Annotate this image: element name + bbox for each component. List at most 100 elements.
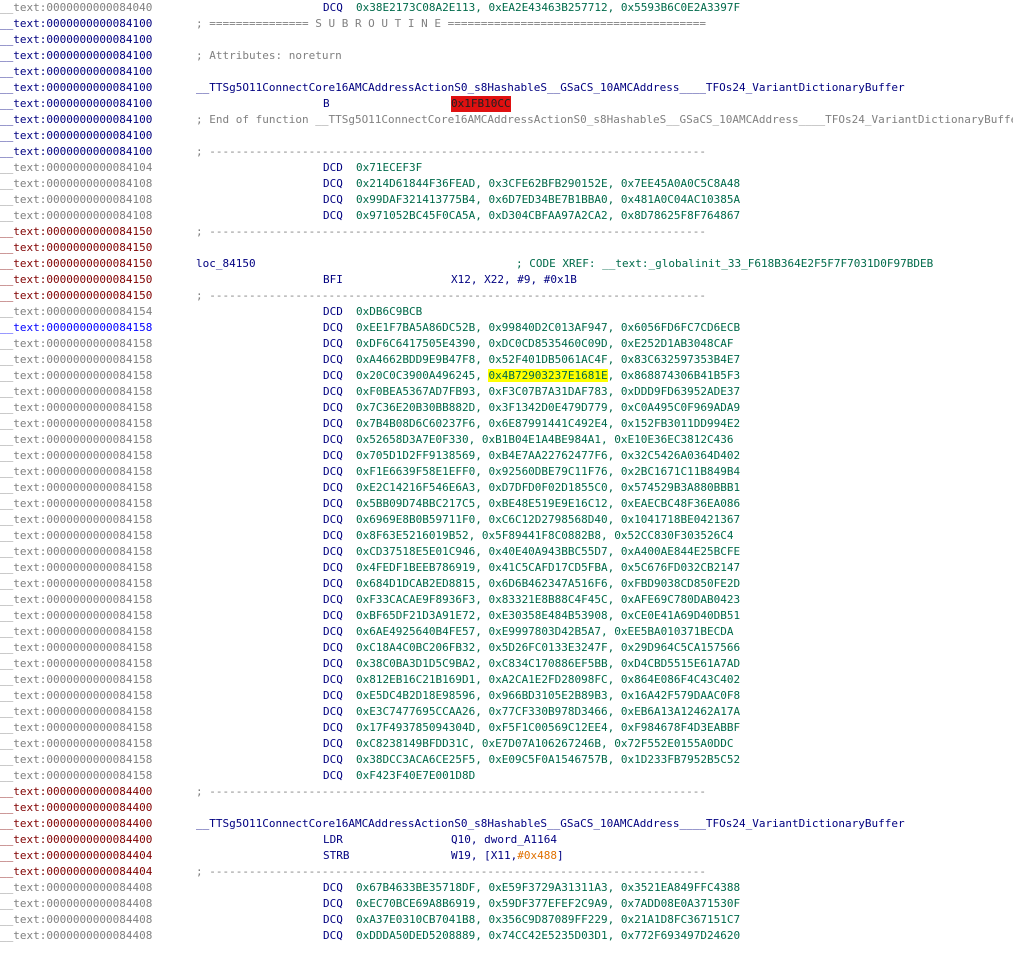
- listing-line[interactable]: __text:0000000000084158 DCQ 0x52658D3A7E0F…: [0, 432, 1013, 448]
- address[interactable]: __text:0000000000084150: [0, 288, 152, 304]
- code-xref[interactable]: ; CODE XREF: __text:_globalinit_33_F618B…: [516, 256, 933, 272]
- listing-line[interactable]: __text:0000000000084100 ; End of function…: [0, 112, 1013, 128]
- listing-line[interactable]: __text:0000000000084158 DCQ 0xF423F40E7E00…: [0, 768, 1013, 784]
- highlighted-operand[interactable]: 0x4B72903237E1681E: [488, 369, 608, 382]
- address[interactable]: __text:0000000000084100: [0, 32, 152, 48]
- address[interactable]: __text:0000000000084408: [0, 912, 152, 928]
- listing-line[interactable]: __text:0000000000084108 DCQ 0x971052BC45F0…: [0, 208, 1013, 224]
- address[interactable]: __text:0000000000084158: [0, 736, 152, 752]
- address[interactable]: __text:0000000000084158: [0, 320, 152, 336]
- address[interactable]: __text:0000000000084158: [0, 496, 152, 512]
- listing-line[interactable]: __text:0000000000084158 DCQ 0x7B4B08D6C602…: [0, 416, 1013, 432]
- listing-line[interactable]: __text:0000000000084150 ; ---------------…: [0, 288, 1013, 304]
- address[interactable]: __text:0000000000084100: [0, 96, 152, 112]
- listing-line[interactable]: __text:0000000000084040 DCQ 0x38E2173C08A2…: [0, 0, 1013, 16]
- listing-line[interactable]: __text:0000000000084158 DCQ 0x4FEDF1BEEB78…: [0, 560, 1013, 576]
- address[interactable]: __text:0000000000084158: [0, 720, 152, 736]
- code-label[interactable]: __TTSg5O11ConnectCore16AMCAddressActionS…: [196, 816, 905, 832]
- address[interactable]: __text:0000000000084100: [0, 64, 152, 80]
- address[interactable]: __text:0000000000084100: [0, 80, 152, 96]
- code-label[interactable]: loc_84150: [196, 256, 256, 272]
- address[interactable]: __text:0000000000084158: [0, 464, 152, 480]
- listing-line[interactable]: __text:0000000000084158 DCQ 0x8F63E5216019…: [0, 528, 1013, 544]
- address[interactable]: __text:0000000000084158: [0, 432, 152, 448]
- listing-line[interactable]: __text:0000000000084100: [0, 64, 1013, 80]
- listing-line[interactable]: __text:0000000000084158 DCQ 0x17F493785094…: [0, 720, 1013, 736]
- listing-line[interactable]: __text:0000000000084158 DCQ 0xE2C14216F546…: [0, 480, 1013, 496]
- address[interactable]: __text:0000000000084158: [0, 560, 152, 576]
- address[interactable]: __text:0000000000084400: [0, 800, 152, 816]
- listing-line[interactable]: __text:0000000000084158 DCQ 0xF33CACAE9F89…: [0, 592, 1013, 608]
- address[interactable]: __text:0000000000084158: [0, 352, 152, 368]
- listing-line[interactable]: __text:0000000000084158 DCQ 0x812EB16C21B1…: [0, 672, 1013, 688]
- listing-line[interactable]: __text:0000000000084100: [0, 32, 1013, 48]
- address[interactable]: __text:0000000000084158: [0, 384, 152, 400]
- listing-line[interactable]: __text:0000000000084150 ; ---------------…: [0, 224, 1013, 240]
- address[interactable]: __text:0000000000084158: [0, 656, 152, 672]
- listing-line[interactable]: __text:0000000000084158 DCQ 0x38DCC3ACA6CE…: [0, 752, 1013, 768]
- listing-line[interactable]: __text:0000000000084100 __TTSg5O11Connect…: [0, 80, 1013, 96]
- listing-line[interactable]: __text:0000000000084158 DCQ 0xC8238149BFDD…: [0, 736, 1013, 752]
- listing-line[interactable]: __text:0000000000084158 DCQ 0x5BB09D74BBC2…: [0, 496, 1013, 512]
- address[interactable]: __text:0000000000084154: [0, 304, 152, 320]
- address[interactable]: __text:0000000000084150: [0, 256, 152, 272]
- listing-line[interactable]: __text:0000000000084408 DCQ 0x67B4633BE357…: [0, 880, 1013, 896]
- address[interactable]: __text:0000000000084158: [0, 624, 152, 640]
- listing-line[interactable]: __text:0000000000084100: [0, 128, 1013, 144]
- address[interactable]: __text:0000000000084404: [0, 848, 152, 864]
- address[interactable]: __text:0000000000084158: [0, 688, 152, 704]
- listing-line[interactable]: __text:0000000000084104 DCD 0x71ECEF3F: [0, 160, 1013, 176]
- address[interactable]: __text:0000000000084158: [0, 576, 152, 592]
- listing-line[interactable]: __text:0000000000084408 DCQ 0xA37E0310CB70…: [0, 912, 1013, 928]
- listing-line[interactable]: __text:0000000000084158 DCQ 0x7C36E20B30BB…: [0, 400, 1013, 416]
- address[interactable]: __text:0000000000084158: [0, 480, 152, 496]
- address[interactable]: __text:0000000000084108: [0, 192, 152, 208]
- address[interactable]: __text:0000000000084158: [0, 512, 152, 528]
- address[interactable]: __text:0000000000084404: [0, 864, 152, 880]
- address[interactable]: __text:0000000000084108: [0, 176, 152, 192]
- listing-line[interactable]: __text:0000000000084400 LDR Q10, dword_A11…: [0, 832, 1013, 848]
- listing-line[interactable]: __text:0000000000084400 __TTSg5O11Connect…: [0, 816, 1013, 832]
- listing-line[interactable]: __text:0000000000084158 DCQ 0xBF65DF21D3A9…: [0, 608, 1013, 624]
- listing-line[interactable]: __text:0000000000084404 STRB W19, [X11,#0x…: [0, 848, 1013, 864]
- listing-line[interactable]: __text:0000000000084158 DCQ 0xEE1F7BA5A86D…: [0, 320, 1013, 336]
- address[interactable]: __text:0000000000084158: [0, 544, 152, 560]
- address[interactable]: __text:0000000000084158: [0, 368, 152, 384]
- address[interactable]: __text:0000000000084150: [0, 272, 152, 288]
- listing-line[interactable]: __text:0000000000084158 DCQ 0xA4662BDD9E9B…: [0, 352, 1013, 368]
- address[interactable]: __text:0000000000084100: [0, 16, 152, 32]
- listing-line[interactable]: __text:0000000000084100 B 0x1FB10CC: [0, 96, 1013, 112]
- listing-line[interactable]: __text:0000000000084158 DCQ 0xE5DC4B2D18E9…: [0, 688, 1013, 704]
- listing-line[interactable]: __text:0000000000084158 DCQ 0xF0BEA5367AD7…: [0, 384, 1013, 400]
- address[interactable]: __text:0000000000084408: [0, 880, 152, 896]
- listing-line[interactable]: __text:0000000000084408 DCQ 0xDDDA50DED520…: [0, 928, 1013, 944]
- listing-line[interactable]: __text:0000000000084158 DCQ 0xCD37518E5E01…: [0, 544, 1013, 560]
- address[interactable]: __text:0000000000084100: [0, 128, 152, 144]
- address[interactable]: __text:0000000000084158: [0, 608, 152, 624]
- address[interactable]: __text:0000000000084158: [0, 752, 152, 768]
- listing-line[interactable]: __text:0000000000084108 DCQ 0x99DAF3214137…: [0, 192, 1013, 208]
- address[interactable]: __text:0000000000084150: [0, 240, 152, 256]
- address[interactable]: __text:0000000000084158: [0, 640, 152, 656]
- listing-line[interactable]: __text:0000000000084158 DCQ 0xDF6C6417505E…: [0, 336, 1013, 352]
- address[interactable]: __text:0000000000084158: [0, 704, 152, 720]
- address[interactable]: __text:0000000000084400: [0, 816, 152, 832]
- address[interactable]: __text:0000000000084100: [0, 112, 152, 128]
- address[interactable]: __text:0000000000084158: [0, 336, 152, 352]
- address[interactable]: __text:0000000000084108: [0, 208, 152, 224]
- address[interactable]: __text:0000000000084408: [0, 896, 152, 912]
- listing-line[interactable]: __text:0000000000084408 DCQ 0xEC70BCE69A8B…: [0, 896, 1013, 912]
- address[interactable]: __text:0000000000084104: [0, 160, 152, 176]
- listing-line[interactable]: __text:0000000000084150 BFI X12, X22, #9, …: [0, 272, 1013, 288]
- address[interactable]: __text:0000000000084158: [0, 448, 152, 464]
- listing-line[interactable]: __text:0000000000084158 DCQ 0xE3C7477695CC…: [0, 704, 1013, 720]
- listing-line[interactable]: __text:0000000000084404 ; ---------------…: [0, 864, 1013, 880]
- listing-line[interactable]: __text:0000000000084100 ; ---------------…: [0, 144, 1013, 160]
- address[interactable]: __text:0000000000084158: [0, 592, 152, 608]
- listing-line[interactable]: __text:0000000000084158 DCQ 0xC18A4C0BC206…: [0, 640, 1013, 656]
- address[interactable]: __text:0000000000084408: [0, 928, 152, 944]
- address[interactable]: __text:0000000000084400: [0, 832, 152, 848]
- address[interactable]: __text:0000000000084158: [0, 672, 152, 688]
- listing-line[interactable]: __text:0000000000084108 DCQ 0x214D61844F36…: [0, 176, 1013, 192]
- listing-line[interactable]: __text:0000000000084158 DCQ 0x20C0C3900A49…: [0, 368, 1013, 384]
